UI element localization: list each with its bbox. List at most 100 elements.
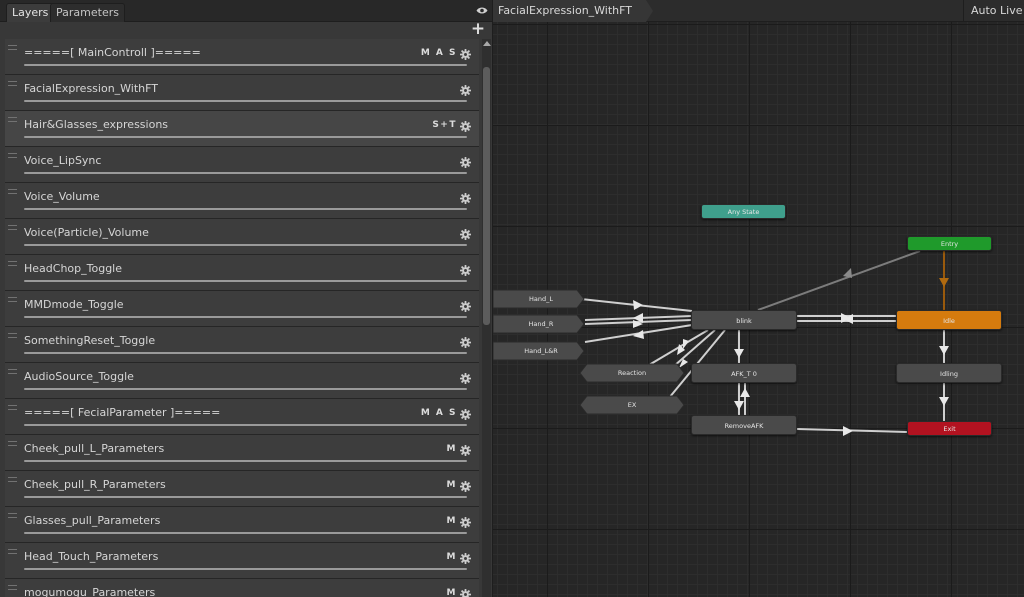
substate-hand-l[interactable]: Hand_L — [493, 289, 585, 309]
drag-handle-icon[interactable] — [8, 117, 17, 122]
substate-hand-lr-label: Hand_L&R — [524, 347, 558, 355]
layer-row[interactable]: Cheek_pull_L_Parameters M — [5, 435, 479, 471]
gear-icon[interactable] — [460, 81, 471, 96]
gear-icon[interactable] — [460, 225, 471, 240]
layer-weight-bar — [24, 136, 467, 138]
drag-handle-icon[interactable] — [8, 297, 17, 302]
gear-icon[interactable] — [460, 369, 471, 384]
state-remove-afk[interactable]: RemoveAFK — [691, 415, 797, 435]
drag-handle-icon[interactable] — [8, 441, 17, 446]
gear-icon[interactable] — [460, 477, 471, 492]
gear-icon[interactable] — [460, 297, 471, 312]
substate-hand-lr[interactable]: Hand_L&R — [493, 341, 585, 361]
gear-icon[interactable] — [460, 513, 471, 528]
state-exit[interactable]: Exit — [907, 421, 992, 436]
tab-parameters[interactable]: Parameters — [50, 3, 125, 22]
layer-row[interactable]: Hair&Glasses_expressions S+T — [5, 111, 479, 147]
panel-tab-bar: Layers Parameters — [0, 0, 492, 22]
layers-panel: Layers Parameters + =====[ MainControll … — [0, 0, 493, 597]
layer-name: =====[ MainControll ]===== — [24, 46, 201, 59]
drag-handle-icon[interactable] — [8, 153, 17, 158]
layer-flags-badge: M — [446, 516, 457, 526]
substate-hand-l-label: Hand_L — [529, 295, 553, 303]
gear-icon[interactable] — [460, 261, 471, 276]
drag-handle-icon[interactable] — [8, 261, 17, 266]
layer-flags-badge: M — [446, 552, 457, 562]
layer-name: SomethingReset_Toggle — [24, 334, 156, 347]
gear-icon[interactable] — [460, 441, 471, 456]
substate-reaction[interactable]: Reaction — [579, 363, 685, 383]
layer-flags-badge: M — [446, 444, 457, 454]
drag-handle-icon[interactable] — [8, 477, 17, 482]
layer-row[interactable]: Cheek_pull_R_Parameters M — [5, 471, 479, 507]
state-entry[interactable]: Entry — [907, 236, 992, 251]
layer-weight-bar — [24, 424, 467, 426]
layer-row[interactable]: =====[ FecialParameter ]===== M A S — [5, 399, 479, 435]
layer-row[interactable]: MMDmode_Toggle — [5, 291, 479, 327]
layer-name: Cheek_pull_L_Parameters — [24, 442, 165, 455]
layer-row[interactable]: Glasses_pull_Parameters M — [5, 507, 479, 543]
layer-list-scrollbar[interactable] — [482, 39, 491, 597]
gear-icon[interactable] — [460, 45, 471, 60]
layer-weight-bar — [24, 388, 467, 390]
layer-row[interactable]: =====[ MainControll ]===== M A S — [5, 39, 479, 75]
gear-icon[interactable] — [460, 405, 471, 420]
drag-handle-icon[interactable] — [8, 45, 17, 50]
substate-hand-r-label: Hand_R — [528, 320, 554, 328]
layer-row[interactable]: SomethingReset_Toggle — [5, 327, 479, 363]
layer-weight-bar — [24, 568, 467, 570]
state-blink[interactable]: blink — [691, 310, 797, 330]
layer-weight-bar — [24, 208, 467, 210]
drag-handle-icon[interactable] — [8, 549, 17, 554]
drag-handle-icon[interactable] — [8, 189, 17, 194]
layer-row[interactable]: Voice_LipSync — [5, 147, 479, 183]
gear-icon[interactable] — [460, 549, 471, 564]
layer-row[interactable]: FacialExpression_WithFT — [5, 75, 479, 111]
drag-handle-icon[interactable] — [8, 513, 17, 518]
layer-row[interactable]: Head_Touch_Parameters M — [5, 543, 479, 579]
add-layer-button[interactable]: + — [470, 21, 486, 38]
gear-icon[interactable] — [460, 153, 471, 168]
substate-hand-r[interactable]: Hand_R — [493, 314, 585, 334]
drag-handle-icon[interactable] — [8, 405, 17, 410]
gear-icon[interactable] — [460, 117, 471, 132]
layer-flags-badge: M A S — [420, 48, 457, 58]
layer-flags-badge: S+T — [432, 120, 457, 130]
state-idling[interactable]: Idling — [896, 363, 1002, 383]
layer-weight-bar — [24, 172, 467, 174]
layer-name: mogumogu_Parameters — [24, 586, 156, 597]
layer-name: AudioSource_Toggle — [24, 370, 134, 383]
drag-handle-icon[interactable] — [8, 585, 17, 590]
state-any-state[interactable]: Any State — [701, 204, 786, 219]
drag-handle-icon[interactable] — [8, 333, 17, 338]
scroll-up-arrow-icon[interactable] — [483, 41, 491, 46]
layer-weight-bar — [24, 460, 467, 462]
layer-row[interactable]: AudioSource_Toggle — [5, 363, 479, 399]
layer-flags-badge: M — [446, 588, 457, 597]
layer-weight-bar — [24, 532, 467, 534]
layer-row[interactable]: Voice_Volume — [5, 183, 479, 219]
gear-icon[interactable] — [460, 333, 471, 348]
state-afk[interactable]: AFK_T 0 — [691, 363, 797, 383]
state-idle[interactable]: Idle — [896, 310, 1002, 330]
layer-row[interactable]: Voice(Particle)_Volume — [5, 219, 479, 255]
layer-weight-bar — [24, 64, 467, 66]
eye-icon[interactable] — [476, 6, 488, 15]
substate-ex-label: EX — [627, 401, 637, 409]
drag-handle-icon[interactable] — [8, 369, 17, 374]
gear-icon[interactable] — [460, 585, 471, 597]
layer-row[interactable]: HeadChop_Toggle — [5, 255, 479, 291]
state-machine-graph[interactable]: FacialExpression_WithFT Auto Live L — [493, 0, 1024, 597]
tab-layers[interactable]: Layers — [6, 3, 55, 22]
layer-name: Head_Touch_Parameters — [24, 550, 159, 563]
layer-flags-badge: M — [446, 480, 457, 490]
layer-row[interactable]: mogumogu_Parameters M — [5, 579, 479, 597]
layer-weight-bar — [24, 496, 467, 498]
substate-ex[interactable]: EX — [579, 395, 685, 415]
layer-name: FacialExpression_WithFT — [24, 82, 158, 95]
layer-name: HeadChop_Toggle — [24, 262, 122, 275]
drag-handle-icon[interactable] — [8, 225, 17, 230]
drag-handle-icon[interactable] — [8, 81, 17, 86]
gear-icon[interactable] — [460, 189, 471, 204]
scroll-thumb[interactable] — [483, 67, 490, 325]
